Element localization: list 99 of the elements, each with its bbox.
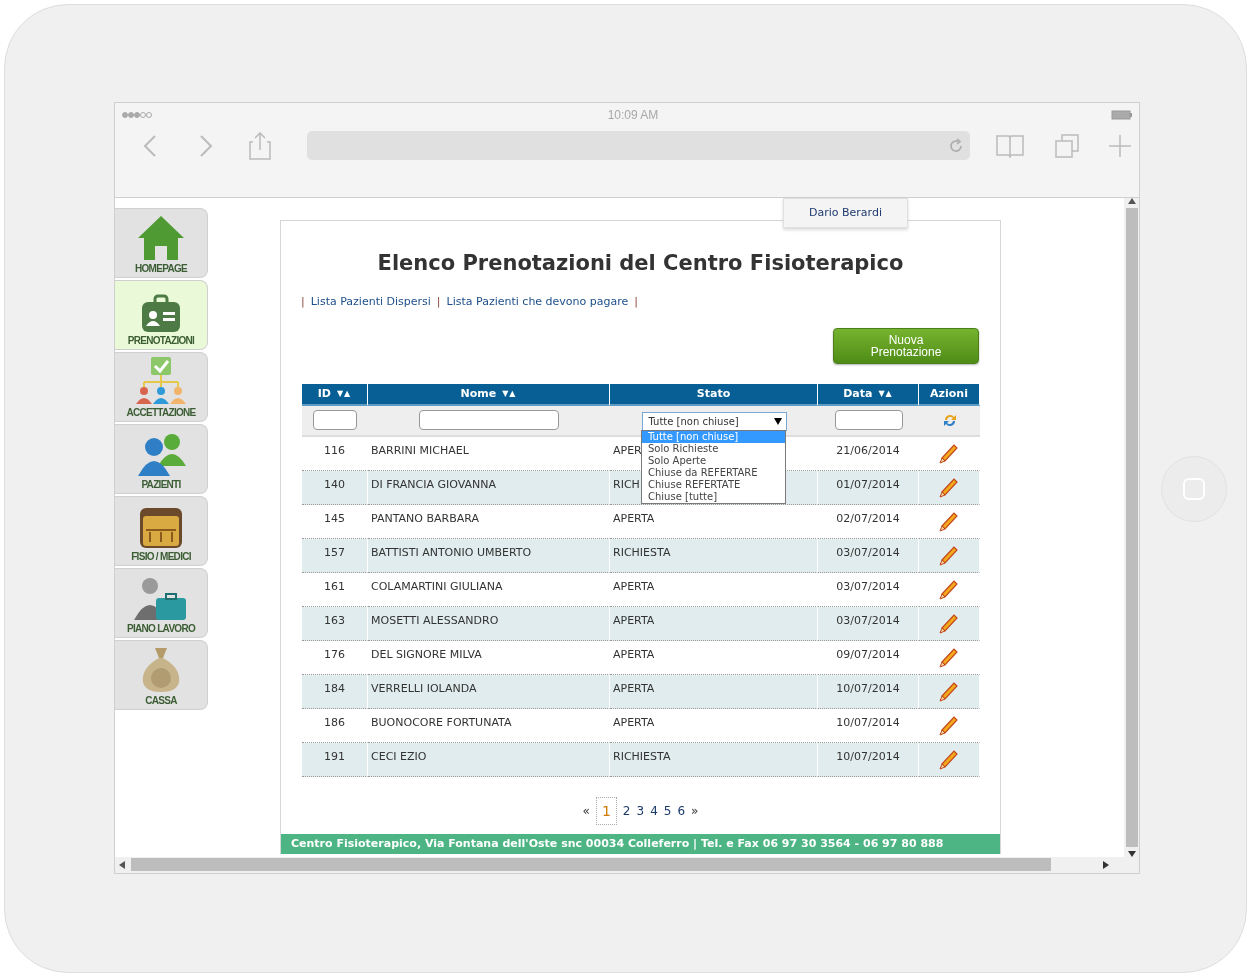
table-cell: 191: [324, 749, 345, 763]
page-link[interactable]: 2: [622, 803, 631, 818]
column-header[interactable]: Data ▼▲: [818, 383, 919, 406]
table-cell: APERTA: [613, 647, 655, 661]
column-header[interactable]: Azioni: [919, 383, 980, 406]
table-cell: 01/07/2014: [836, 477, 900, 491]
table-cell: CECI EZIO: [371, 749, 427, 763]
table-cell: DI FRANCIA GIOVANNA: [371, 477, 496, 491]
share-icon: [249, 131, 271, 160]
table-cell: 145: [324, 511, 345, 525]
table-cell: 140: [324, 477, 345, 491]
table-cell: APERTA: [613, 579, 655, 593]
table-cell: DEL SIGNORE MILVA: [371, 647, 482, 661]
table-cell: 03/07/2014: [836, 545, 900, 559]
caret-icon: [773, 417, 782, 425]
sidebar-item[interactable]: HOMEPAGE: [115, 207, 208, 278]
table-cell: APERTA: [613, 511, 655, 525]
page-title: Elenco Prenotazioni del Centro Fisioterapico: [376, 250, 905, 275]
table-cell: VERRELLI IOLANDA: [371, 681, 477, 695]
tabs-icon: [1054, 132, 1080, 159]
plus-icon: [1108, 133, 1132, 158]
table-cell: RICHIESTA: [613, 545, 671, 559]
pencil-icon[interactable]: [938, 680, 960, 702]
table-cell: APER: [613, 443, 642, 457]
pencil-icon[interactable]: [938, 646, 960, 668]
page-link[interactable]: 4: [650, 803, 658, 818]
pencil-icon[interactable]: [938, 612, 960, 634]
scroll-left-icon: [119, 860, 125, 869]
separator-text: |: [301, 294, 305, 308]
id-filter-field[interactable]: [313, 410, 357, 430]
pencil-icon[interactable]: [938, 476, 960, 498]
nav-link[interactable]: Lista Pazienti che devono pagare: [446, 294, 629, 308]
new-booking-button[interactable]: Nuova Prenotazione: [833, 327, 979, 364]
pencil-icon[interactable]: [938, 748, 960, 770]
pencil-icon[interactable]: [938, 544, 960, 566]
table-cell: 10/07/2014: [836, 715, 900, 729]
column-header[interactable]: Nome ▼▲: [368, 383, 610, 406]
table-cell: PANTANO BARBARA: [371, 511, 479, 525]
pencil-icon[interactable]: [938, 714, 960, 736]
table-cell: 03/07/2014: [836, 579, 900, 593]
date-filter-field[interactable]: [834, 410, 903, 430]
table-cell: 161: [324, 579, 345, 593]
time-text: 10:09 AM: [607, 107, 659, 122]
footer-text: Centro Fisioterapico, Via Fontana dell'Oste snc 00034 Colleferro | Tel. e Fax 06 97 30 3564 - 06 97 80 888: [281, 833, 1000, 854]
sidebar-item[interactable]: PRENOTAZIONI: [115, 279, 208, 350]
table-cell: 163: [324, 613, 345, 627]
table-cell: 03/07/2014: [836, 613, 900, 627]
next-page-link[interactable]: »: [691, 803, 699, 818]
pencil-icon[interactable]: [938, 578, 960, 600]
signal-icon: [121, 110, 155, 119]
user-tab[interactable]: Dario Berardi: [783, 197, 908, 228]
sidebar-item[interactable]: CASSA: [115, 639, 208, 710]
sidebar-item[interactable]: ACCETTAZIONE: [115, 351, 208, 422]
table-cell: APERTA: [613, 715, 655, 729]
table-cell: 02/07/2014: [836, 511, 900, 525]
table-cell: 116: [324, 443, 345, 457]
table-cell: 176: [324, 647, 345, 661]
id-card-icon: [140, 293, 182, 334]
page-link[interactable]: 6: [677, 803, 686, 818]
house-icon: [136, 213, 186, 262]
sidebar-item[interactable]: PIANO LAVORO: [115, 567, 208, 638]
battery-icon: [1111, 109, 1133, 120]
pencil-icon[interactable]: [938, 442, 960, 464]
table-cell: APERTA: [613, 681, 655, 695]
table-cell: 10/07/2014: [836, 749, 900, 763]
people-icon: [136, 431, 186, 478]
table-cell: BUONOCORE FORTUNATA: [371, 715, 512, 729]
status-dropdown[interactable]: Tutte [non chiuse]: [641, 411, 787, 431]
table-cell: 10/07/2014: [836, 681, 900, 695]
page-link[interactable]: 3: [636, 803, 645, 818]
table-cell: MOSETTI ALESSANDRO: [371, 613, 499, 627]
table-cell: RICHIESTA: [613, 749, 671, 763]
table-cell: 21/06/2014: [836, 443, 900, 457]
table-cell: 184: [324, 681, 345, 695]
prev-page-link[interactable]: «: [582, 803, 590, 818]
separator-text: |: [634, 294, 638, 308]
table-cell: 157: [324, 545, 345, 559]
table-cell: APERTA: [613, 613, 655, 627]
sidebar-item[interactable]: FISIO / MEDICI: [115, 495, 208, 566]
table-cell: 09/07/2014: [836, 647, 900, 661]
separator-text: |: [436, 294, 441, 308]
table-cell: RICH: [613, 477, 640, 491]
book-icon: [996, 133, 1024, 158]
reload-icon: [948, 137, 964, 154]
refresh-icon: [941, 412, 958, 428]
table-cell: BATTISTI ANTONIO UMBERTO: [371, 545, 532, 559]
column-header[interactable]: Stato: [610, 383, 818, 406]
nav-link[interactable]: Lista Pazienti Dispersi: [310, 294, 431, 308]
column-header[interactable]: ID ▼▲: [302, 383, 368, 406]
scroll-right-icon: [1103, 860, 1109, 869]
pencil-icon[interactable]: [938, 510, 960, 532]
vertical-scrollbar[interactable]: [1124, 197, 1139, 857]
sidebar-item[interactable]: PAZIENTI: [115, 423, 208, 494]
table-cell: COLAMARTINI GIULIANA: [371, 579, 503, 593]
table-cell: 186: [324, 715, 345, 729]
horizontal-scrollbar[interactable]: [115, 856, 1139, 873]
table-cell: BARRINI MICHAEL: [371, 443, 469, 457]
name-filter-field[interactable]: [419, 410, 559, 430]
page-link[interactable]: 5: [663, 803, 672, 818]
